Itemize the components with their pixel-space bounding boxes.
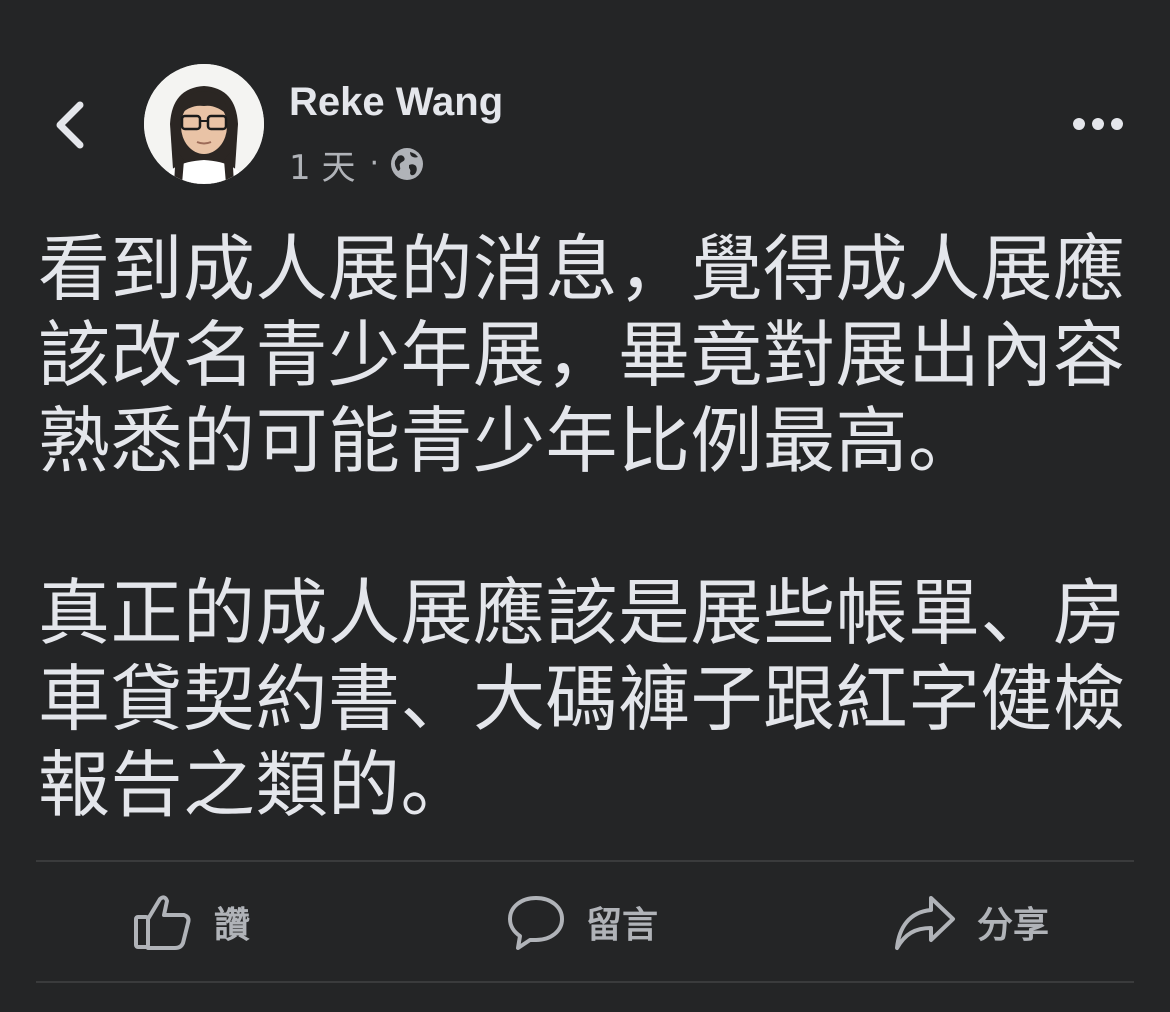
like-button[interactable]: 讚 <box>132 862 250 981</box>
post-time[interactable]: 1 天 <box>289 140 355 189</box>
action-bar: 讚 留言 分享 <box>0 862 1170 981</box>
meta-separator: · <box>369 146 379 181</box>
chevron-left-icon <box>50 99 90 151</box>
thumbs-up-icon <box>132 891 194 953</box>
divider <box>36 981 1134 983</box>
more-horizontal-icon <box>1072 117 1124 131</box>
more-options-button[interactable] <box>1066 100 1130 148</box>
post-paragraph: 真正的成人展應該是展些帳單、房車貸契約書、大碼褲子跟紅字健檢報告之類的。 <box>38 571 1126 827</box>
post-meta: 1 天 · <box>289 140 425 188</box>
share-label: 分享 <box>977 904 1050 946</box>
like-label: 讚 <box>214 904 251 946</box>
post-text: 看到成人展的消息，覺得成人展應該改名青少年展，畢竟對展出內容熟悉的可能青少年比例… <box>38 226 1138 828</box>
author-photo <box>144 64 264 184</box>
share-button[interactable]: 分享 <box>893 862 1049 981</box>
comment-bubble-icon <box>506 892 566 952</box>
globe-icon <box>389 146 425 182</box>
author-name[interactable]: Reke Wang <box>289 76 503 128</box>
back-button[interactable] <box>40 92 100 158</box>
post-header: Reke Wang 1 天 · <box>0 0 1170 200</box>
share-arrow-icon <box>893 892 957 952</box>
post-paragraph: 看到成人展的消息，覺得成人展應該改名青少年展，畢竟對展出內容熟悉的可能青少年比例… <box>38 227 1126 483</box>
comment-button[interactable]: 留言 <box>506 862 658 981</box>
avatar[interactable] <box>144 64 264 184</box>
comment-label: 留言 <box>586 904 659 946</box>
